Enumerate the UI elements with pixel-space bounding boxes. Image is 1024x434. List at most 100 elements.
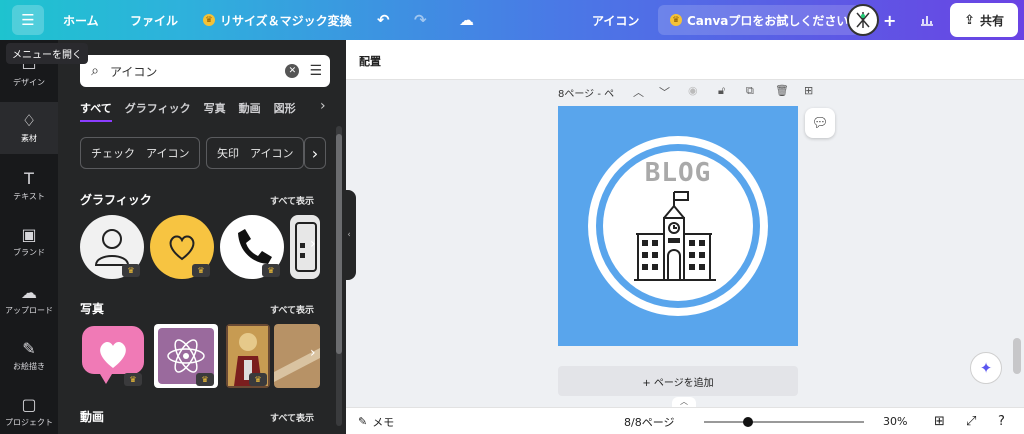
chevron-up-icon[interactable]: ︿	[633, 84, 644, 100]
avatar[interactable]	[847, 4, 879, 36]
menu-button[interactable]: ☰	[12, 5, 44, 35]
hamburger-icon: ☰	[21, 11, 35, 29]
rail-item-upload[interactable]: ☁ アップロード	[0, 274, 58, 326]
help-icon[interactable]: ?	[998, 408, 1005, 434]
crown-icon: ♛	[192, 264, 210, 277]
show-pages-chevron-icon[interactable]: ︿	[672, 397, 696, 407]
lock-icon[interactable]: 🔓︎	[718, 84, 725, 98]
crown-icon: ♛	[122, 264, 140, 277]
photo-heart-bubble[interactable]: ♛	[80, 324, 146, 388]
crown-icon: ♛	[249, 373, 267, 386]
search-box[interactable]: ⌕ アイコン ✕ ☰	[80, 55, 330, 87]
text-icon: T	[24, 169, 34, 188]
rail-item-elements[interactable]: ♢ 素材	[0, 102, 58, 154]
add-comment-button[interactable]: 💬︎	[805, 108, 835, 138]
photo-atom[interactable]: ♛	[154, 324, 218, 388]
chevron-right-icon[interactable]: ›	[310, 345, 316, 361]
rail-item-projects[interactable]: ▢ プロジェクト	[0, 386, 58, 434]
magic-assistant-button[interactable]: ✦	[970, 352, 1002, 384]
crown-icon: ♛	[196, 373, 214, 386]
graphics-section-title: グラフィック	[80, 193, 152, 207]
videos-see-all-link[interactable]: すべて表示	[270, 411, 314, 424]
brand-icon: ▣	[21, 225, 37, 244]
rail-label: ブランド	[13, 248, 45, 257]
collapse-panel-button[interactable]: ‹	[342, 190, 356, 280]
elements-icon: ♢	[21, 111, 37, 130]
analytics-icon[interactable]	[920, 0, 934, 40]
rail-item-text[interactable]: T テキスト	[0, 160, 58, 212]
resize-label: リサイズ＆マジック変換	[220, 13, 352, 28]
comment-icon: 💬︎	[811, 115, 829, 131]
zoom-level[interactable]: 30%	[883, 408, 907, 434]
sparkle-icon: ✦	[979, 359, 993, 377]
category-tabs: すべて グラフィック 写真 動画 図形	[80, 100, 296, 122]
graphic-phone-icon[interactable]: ♛	[220, 215, 284, 279]
home-button[interactable]: ホーム	[63, 0, 99, 40]
rail-item-draw[interactable]: ✎ お絵描き	[0, 330, 58, 382]
add-page-button[interactable]: + ページを追加	[558, 366, 798, 396]
tab-graphics[interactable]: グラフィック	[125, 100, 191, 122]
zoom-slider[interactable]	[704, 417, 864, 427]
chevron-right-icon[interactable]: ›	[304, 137, 326, 169]
videos-section-title: 動画	[80, 410, 105, 424]
suggestion-chip-arrow[interactable]: 矢印 アイコン	[206, 137, 305, 169]
resize-button[interactable]: ♛ リサイズ＆マジック変換	[203, 0, 352, 40]
share-button[interactable]: ⇪ 共有	[950, 3, 1018, 37]
design-canvas[interactable]: BLOG	[558, 106, 798, 346]
chevron-right-icon[interactable]: ›	[320, 98, 326, 114]
zoom-slider-knob[interactable]	[743, 417, 753, 427]
filter-icon[interactable]: ☰	[309, 63, 322, 79]
photos-see-all-link[interactable]: すべて表示	[270, 303, 314, 316]
canva-editor: ☰ ホーム ファイル ♛ リサイズ＆マジック変換 ↶ ↷ ☁ アイコン ♛ Ca…	[0, 0, 1024, 434]
grid-view-icon[interactable]: ⊞	[934, 408, 945, 434]
rail-label: デザイン	[13, 78, 45, 87]
undo-icon[interactable]: ↶	[377, 0, 390, 40]
photos-section-title: 写真	[80, 302, 105, 316]
page-count[interactable]: 8/8ページ	[624, 408, 674, 434]
tab-photos[interactable]: 写真	[204, 100, 226, 122]
suggestion-chip-check[interactable]: チェック アイコン	[80, 137, 201, 169]
graphic-user-icon[interactable]: ♛	[80, 215, 144, 279]
context-toolbar: 配置	[346, 40, 1024, 80]
photo-icon-painting[interactable]: ♛	[226, 324, 270, 388]
notes-button[interactable]: ✎ メモ	[358, 408, 394, 434]
folder-icon: ▢	[21, 395, 37, 414]
top-bar: ☰ ホーム ファイル ♛ リサイズ＆マジック変換 ↶ ↷ ☁ アイコン ♛ Ca…	[0, 0, 1024, 40]
tab-all[interactable]: すべて	[80, 100, 112, 122]
side-rail: ▭ デザイン ♢ 素材 T テキスト ▣ ブランド ☁ アップロード ✎ お絵描…	[0, 40, 58, 434]
rail-item-brand[interactable]: ▣ ブランド	[0, 216, 58, 268]
file-menu-button[interactable]: ファイル	[130, 0, 178, 40]
try-pro-button[interactable]: ♛ Canvaプロをお試しください	[658, 5, 861, 35]
notes-label: メモ	[372, 415, 395, 429]
chevron-right-icon[interactable]: ›	[310, 236, 316, 252]
canvas-scrollbar[interactable]	[1013, 338, 1021, 374]
fullscreen-icon[interactable]: ⤢	[966, 408, 976, 434]
position-button[interactable]: 配置	[359, 53, 381, 69]
rail-label: プロジェクト	[5, 418, 53, 427]
crown-icon: ♛	[203, 14, 215, 26]
chevron-left-icon: ‹	[347, 230, 351, 240]
graphics-see-all-link[interactable]: すべて表示	[270, 194, 314, 207]
graphic-heart-icon[interactable]: ♛	[150, 215, 214, 279]
clear-search-icon[interactable]: ✕	[285, 64, 300, 78]
chevron-down-icon[interactable]: ﹀	[659, 84, 670, 100]
add-page-icon[interactable]: ⊞	[804, 84, 813, 97]
share-icon: ⇪	[964, 12, 975, 28]
canvas-blog-text[interactable]: BLOG	[558, 158, 798, 188]
crown-icon: ♛	[670, 14, 682, 26]
duplicate-icon[interactable]: ⧉	[746, 84, 754, 98]
rail-label: テキスト	[13, 192, 45, 201]
school-building-icon[interactable]	[634, 190, 724, 282]
hide-icon[interactable]: ◉	[688, 84, 698, 97]
tab-shapes[interactable]: 図形	[274, 100, 296, 122]
redo-icon[interactable]: ↷	[414, 0, 427, 40]
document-title[interactable]: アイコン	[592, 0, 639, 40]
search-icon: ⌕	[91, 63, 99, 79]
page-title[interactable]: 8ページ - ペ	[558, 84, 614, 100]
search-input[interactable]: アイコン	[110, 63, 285, 80]
add-collaborator-icon[interactable]: +	[883, 0, 896, 40]
rail-label: 素材	[21, 134, 37, 143]
cloud-saved-icon[interactable]: ☁	[459, 0, 474, 40]
trash-icon[interactable]: 🗑︎	[775, 84, 789, 97]
tab-videos[interactable]: 動画	[239, 100, 261, 122]
